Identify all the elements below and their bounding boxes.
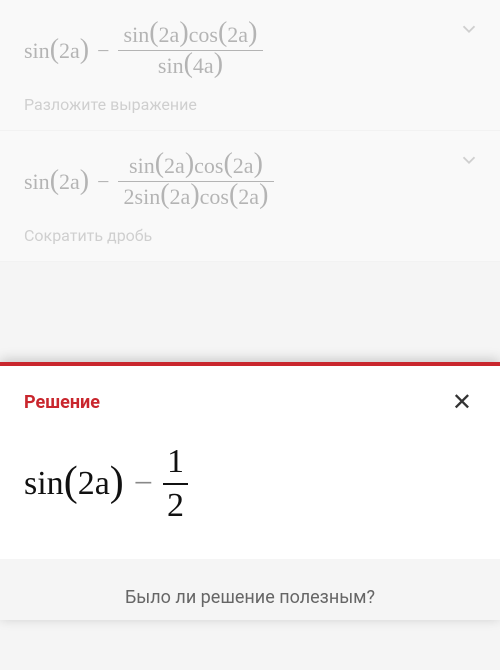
close-icon: ✕	[452, 389, 472, 416]
minus-sign: −	[97, 169, 109, 195]
func-arg: 2a	[59, 169, 80, 195]
numerator: sin(2a)cos(2a)	[123, 151, 269, 181]
chevron-down-icon[interactable]	[458, 149, 480, 175]
fraction: sin(2a)cos(2a) 2sin(2a)cos(2a)	[118, 151, 275, 212]
solution-expression: sin ( 2a ) − 1 2	[24, 441, 476, 527]
solution-fraction: 1 2	[163, 441, 188, 527]
chevron-down-icon[interactable]	[458, 18, 480, 44]
step-hint: Сократить дробь	[24, 226, 476, 245]
denominator: sin(4a)	[152, 51, 229, 81]
solution-card: Решение ✕ sin ( 2a ) − 1 2 Было ли решен…	[0, 362, 500, 620]
denominator: 2sin(2a)cos(2a)	[118, 182, 275, 212]
fraction: sin(2a)cos(2a) sin(4a)	[118, 20, 264, 81]
numerator: 1	[163, 441, 188, 483]
func-name: sin	[24, 169, 50, 195]
solution-title: Решение	[24, 392, 100, 413]
minus-sign: −	[134, 465, 153, 503]
func-arg: 2a	[78, 465, 110, 503]
close-button[interactable]: ✕	[448, 384, 476, 421]
denominator: 2	[163, 485, 188, 527]
feedback-prompt: Было ли решение полезным?	[0, 559, 500, 620]
numerator: sin(2a)cos(2a)	[118, 20, 264, 50]
solution-header: Решение ✕	[0, 366, 500, 429]
expression-1: sin ( 2a ) − sin(2a)cos(2a) sin(4a)	[24, 20, 476, 81]
func-name: sin	[24, 38, 50, 64]
solution-body: sin ( 2a ) − 1 2	[0, 429, 500, 559]
func-name: sin	[24, 465, 64, 503]
step-2: sin ( 2a ) − sin(2a)cos(2a) 2sin(2a)cos(…	[0, 131, 500, 262]
minus-sign: −	[97, 38, 109, 64]
expression-2: sin ( 2a ) − sin(2a)cos(2a) 2sin(2a)cos(…	[24, 151, 476, 212]
step-hint: Разложите выражение	[24, 95, 476, 114]
step-1: sin ( 2a ) − sin(2a)cos(2a) sin(4a) Разл…	[0, 0, 500, 131]
func-arg: 2a	[59, 38, 80, 64]
